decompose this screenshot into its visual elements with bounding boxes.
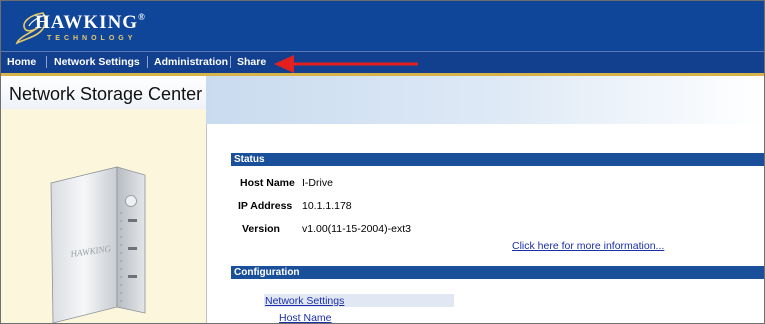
nav-home[interactable]: Home bbox=[7, 56, 36, 68]
ip-address-label: IP Address bbox=[238, 200, 293, 212]
header: HAWKING® TECHNOLOGY bbox=[1, 1, 764, 51]
host-name-label: Host Name bbox=[240, 177, 295, 189]
browser-frame: HAWKING® TECHNOLOGY Home Network Setting… bbox=[0, 0, 765, 324]
more-info-row: Click here for more information... bbox=[512, 240, 664, 252]
configuration-section-header: Configuration bbox=[231, 266, 764, 279]
ip-address-value: 10.1.1.178 bbox=[302, 200, 352, 212]
version-label: Version bbox=[242, 223, 280, 235]
more-info-link[interactable]: Click here for more information... bbox=[512, 240, 664, 252]
status-section-header: Status bbox=[231, 153, 764, 166]
nav-network-settings[interactable]: Network Settings bbox=[54, 56, 140, 68]
brand-tagline: TECHNOLOGY bbox=[47, 35, 137, 42]
device-image: HAWKING bbox=[50, 166, 146, 323]
host-name-value: I-Drive bbox=[302, 177, 333, 189]
network-settings-link[interactable]: Network Settings bbox=[265, 295, 344, 307]
registered-mark: ® bbox=[138, 12, 146, 22]
brand-wordmark: HAWKING® bbox=[35, 12, 146, 34]
version-value: v1.00(11-15-2004)-ext3 bbox=[302, 223, 411, 235]
config-link-row: Network Settings bbox=[265, 295, 344, 307]
nav-separator bbox=[147, 56, 148, 68]
page-title: Network Storage Center bbox=[9, 84, 203, 104]
hawking-logo[interactable]: HAWKING® TECHNOLOGY bbox=[15, 9, 175, 47]
host-name-link[interactable]: Host Name bbox=[279, 312, 332, 323]
nav-separator bbox=[230, 56, 231, 68]
nav-share[interactable]: Share bbox=[237, 56, 266, 68]
nav-administration[interactable]: Administration bbox=[154, 56, 228, 68]
header-gradient-band bbox=[206, 76, 764, 124]
pointer-arrow-icon bbox=[274, 55, 418, 73]
brand-text: HAWKING bbox=[35, 12, 139, 33]
config-link-row: Host Name bbox=[279, 312, 332, 323]
nav-separator bbox=[46, 56, 47, 68]
